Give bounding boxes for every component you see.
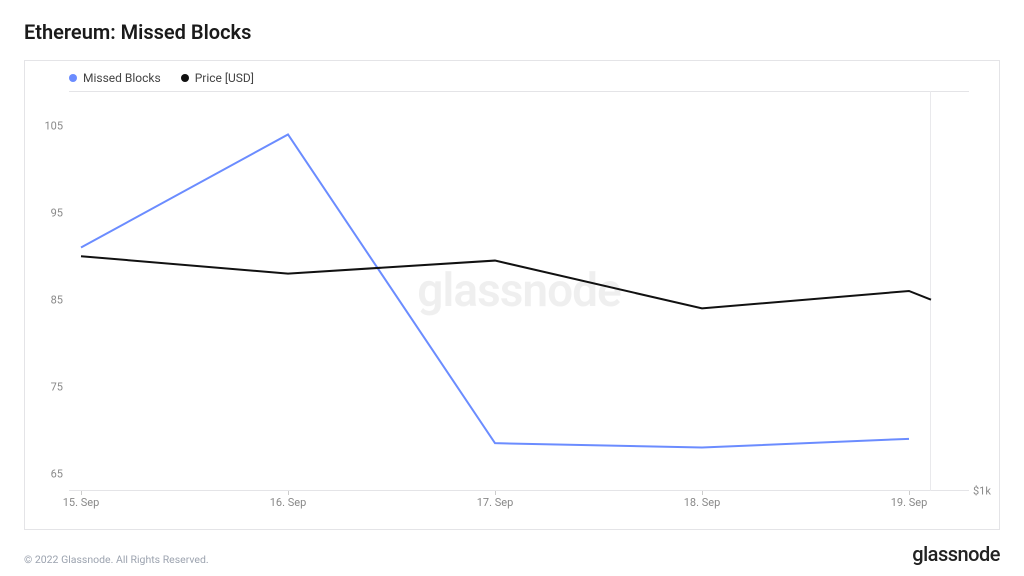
series-price [81,256,931,308]
y-tick: 95 [31,206,63,219]
copyright: © 2022 Glassnode. All Rights Reserved. [24,553,209,566]
y-tick: 65 [31,467,63,480]
legend-dot-icon [181,74,189,82]
legend: Missed Blocks Price [USD] [69,71,254,85]
x-tick-mark [81,491,82,495]
legend-item-missed-blocks[interactable]: Missed Blocks [69,71,161,85]
x-tick: 19. Sep [891,496,928,509]
legend-label: Price [USD] [195,71,254,85]
plot-area[interactable]: glassnode 65758595105 15. Sep16. Sep17. … [69,91,969,491]
series-missed-blocks [81,134,909,447]
x-tick: 18. Sep [684,496,721,509]
x-tick: 17. Sep [477,496,514,509]
brand-logo: glassnode [912,542,1000,566]
chart-frame: Missed Blocks Price [USD] glassnode 6575… [24,60,1000,530]
x-tick-mark [702,491,703,495]
page-title: Ethereum: Missed Blocks [24,20,1000,44]
chart-svg [69,91,969,491]
y-tick: 85 [31,293,63,306]
legend-label: Missed Blocks [83,71,161,85]
y2-tick: $1k [973,485,1001,498]
y-tick: 105 [31,119,63,132]
x-tick-mark [288,491,289,495]
legend-item-price[interactable]: Price [USD] [181,71,254,85]
x-tick-mark [909,491,910,495]
legend-dot-icon [69,74,77,82]
x-tick: 15. Sep [63,496,100,509]
x-tick: 16. Sep [270,496,307,509]
x-tick-mark [495,491,496,495]
footer: © 2022 Glassnode. All Rights Reserved. g… [24,542,1000,566]
y-tick: 75 [31,380,63,393]
